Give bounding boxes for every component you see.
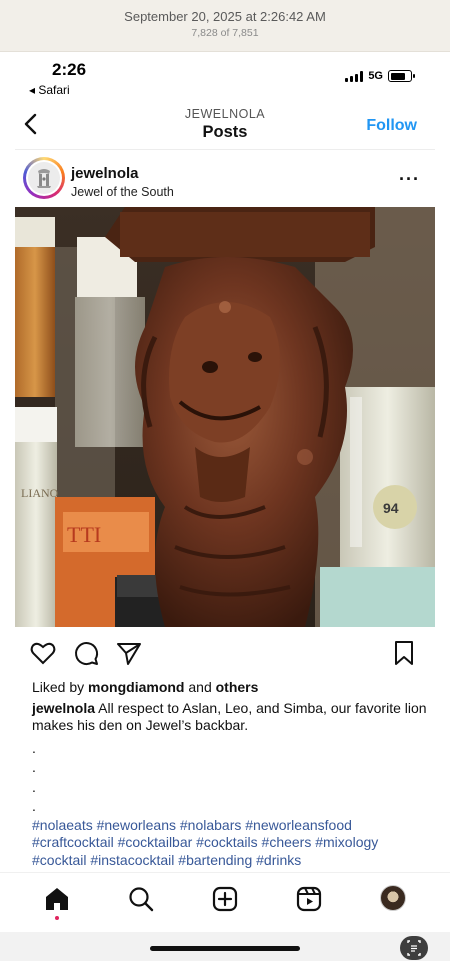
post-username[interactable]: jewelnola — [71, 165, 139, 182]
lion-carving-image: LIANO TTI 94 — [15, 207, 435, 627]
top-navigation: JEWELNOLA Posts Follow — [0, 102, 450, 150]
likes-prefix: Liked by — [32, 679, 89, 695]
status-time: 2:26 — [52, 60, 87, 79]
hashtags[interactable]: #nolaeats #neworleans #nolabars #neworle… — [32, 817, 427, 870]
battery-icon — [388, 70, 415, 82]
reels-icon[interactable] — [295, 885, 323, 913]
story-ring[interactable] — [23, 157, 65, 199]
post-actions — [0, 639, 450, 669]
liked-by-user[interactable]: mongdiamond — [88, 679, 184, 695]
svg-text:LIANO: LIANO — [21, 486, 59, 500]
save-bookmark-icon[interactable] — [390, 639, 418, 667]
signal-icon — [345, 70, 364, 82]
jewel-logo-icon — [37, 169, 51, 188]
likes-line: Liked by mongdiamond and others — [32, 679, 427, 697]
likes-and: and — [184, 679, 216, 695]
home-icon[interactable] — [43, 885, 71, 913]
create-icon[interactable] — [211, 885, 239, 913]
search-icon[interactable] — [127, 885, 155, 913]
profile-avatar — [28, 162, 60, 194]
post-location[interactable]: Jewel of the South — [71, 185, 174, 199]
network-type: 5G — [368, 70, 383, 82]
caption-username[interactable]: jewelnola — [32, 700, 95, 716]
svg-text:94: 94 — [383, 500, 399, 516]
post-header: jewelnola Jewel of the South ··· — [0, 156, 450, 204]
photos-app-header: September 20, 2025 at 2:26:42 AM 7,828 o… — [0, 0, 450, 52]
bottom-tab-bar — [0, 872, 450, 932]
home-active-dot — [55, 916, 59, 920]
photo-count: 7,828 of 7,851 — [191, 27, 259, 39]
caption: jewelnola All respect to Aslan, Leo, and… — [32, 700, 427, 735]
liked-by-others[interactable]: others — [216, 679, 259, 695]
profile-avatar-tab[interactable] — [380, 885, 406, 911]
caption-dot: . — [32, 759, 36, 775]
instagram-screen: 2:26 ◂ Safari 5G JEWELNOLA Posts Follow — [0, 52, 450, 961]
comment-icon[interactable] — [72, 639, 100, 667]
divider — [15, 149, 435, 150]
photo-date: September 20, 2025 at 2:26:42 AM — [124, 9, 326, 24]
like-heart-icon[interactable] — [29, 639, 57, 667]
post-text: Liked by mongdiamond and others jewelnol… — [32, 679, 427, 879]
back-to-safari-link[interactable]: ◂ Safari — [29, 83, 70, 97]
home-indicator[interactable] — [150, 946, 300, 951]
battery-level — [390, 72, 405, 80]
home-indicator-area — [0, 932, 450, 961]
live-text-icon[interactable] — [400, 936, 428, 960]
svg-text:TTI: TTI — [67, 522, 101, 547]
caption-dot: . — [32, 739, 36, 756]
caption-dots: . . . . — [32, 739, 427, 817]
post-photo[interactable]: LIANO TTI 94 — [15, 207, 435, 627]
status-indicators: 5G — [345, 70, 415, 82]
follow-button[interactable]: Follow — [366, 117, 417, 135]
caption-dot: . — [32, 798, 36, 814]
more-options-icon[interactable]: ··· — [399, 169, 420, 190]
share-icon[interactable] — [115, 639, 143, 667]
caption-dot: . — [32, 778, 36, 795]
